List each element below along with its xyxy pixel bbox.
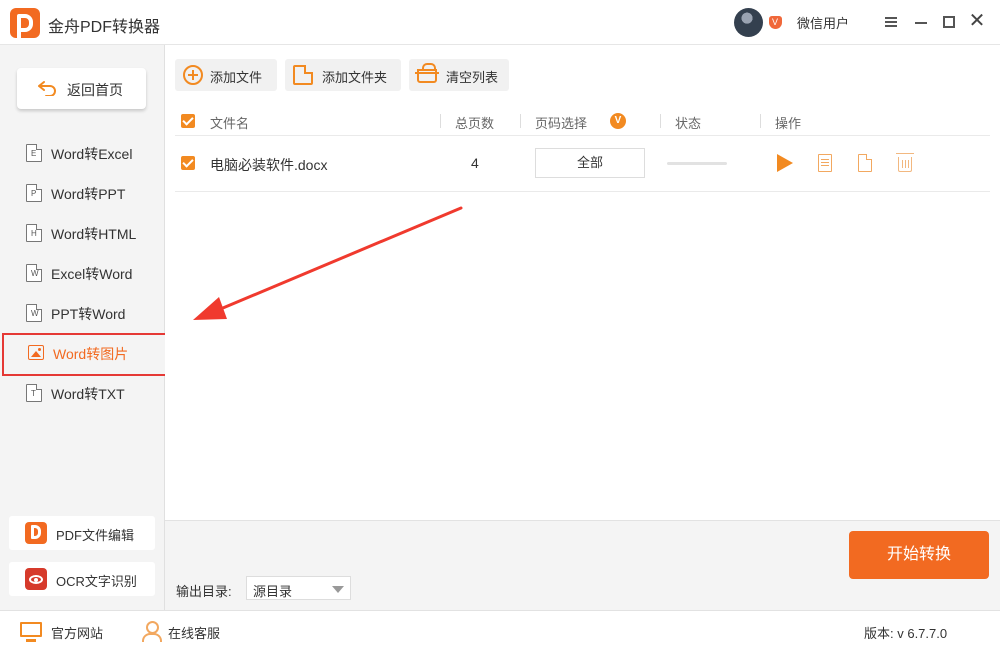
sidebar-item-label: Word转HTML [51,226,137,242]
table-header: 文件名 总页数 页码选择 V 状态 操作 [175,108,990,136]
folder-icon [293,65,313,85]
pdf-edit-button[interactable]: PDF文件编辑 [9,516,155,550]
html-doc-icon: H [26,224,42,242]
sidebar: 返回首页 E Word转Excel P Word转PPT H Word转HTML… [0,45,167,610]
sidebar-item-label: PPT转Word [51,306,126,322]
basket-icon [415,63,439,83]
file-icon[interactable] [858,154,872,172]
header-divider [660,114,661,128]
add-folder-button[interactable]: 添加文件夹 [285,59,401,91]
title-bar: 金舟PDF转换器 V 微信用户 ✕ [0,0,1000,45]
header-divider [520,114,521,128]
app-logo-icon [10,8,40,38]
main-panel: 添加文件 添加文件夹 清空列表 文件名 总页数 页码选择 V 状态 操作 电脑必… [165,45,1000,520]
add-file-button[interactable]: 添加文件 [175,59,277,91]
table-row: 电脑必装软件.docx 4 全部 [175,136,990,192]
clear-list-button[interactable]: 清空列表 [409,59,509,91]
sidebar-item-excel-to-word[interactable]: W Excel转Word [0,253,165,293]
add-folder-label: 添加文件夹 [322,70,388,85]
caret-down-icon [332,586,344,593]
back-home-button[interactable]: 返回首页 [17,68,146,109]
output-dir-value: 源目录 [253,584,293,599]
sidebar-item-label: Excel转Word [51,266,133,282]
app-title: 金舟PDF转换器 [48,19,161,36]
header-pages: 总页数 [455,116,495,131]
username[interactable]: 微信用户 [797,13,849,32]
sidebar-item-label: Word转PPT [51,186,126,202]
trash-icon[interactable] [896,153,914,172]
excel-doc-icon: E [26,144,42,162]
maximize-icon[interactable] [937,10,961,34]
output-dir-label: 输出目录: [176,584,232,599]
header-actions: 操作 [775,116,802,131]
row-filename: 电脑必装软件.docx [210,157,328,173]
pdf-logo-icon [25,522,47,544]
image-icon [28,345,44,360]
sidebar-item-word-to-txt[interactable]: T Word转TXT [0,373,165,413]
output-dir-select[interactable]: 源目录 [246,576,351,600]
header-status: 状态 [675,116,702,131]
output-panel: 输出目录: 源目录 开始转换 [165,520,1000,610]
menu-icon[interactable] [879,10,903,34]
sidebar-item-word-to-excel[interactable]: E Word转Excel [0,133,165,173]
online-service-link[interactable]: 在线客服 [168,623,220,642]
monitor-icon [20,622,42,642]
word-doc-icon: W [26,264,42,282]
sidebar-item-word-to-ppt[interactable]: P Word转PPT [0,173,165,213]
ppt-doc-icon: P [26,184,42,202]
page-range-select[interactable]: 全部 [535,148,645,178]
document-list-icon[interactable] [818,154,832,172]
word-doc-icon: W [26,304,42,322]
sidebar-item-word-to-image[interactable]: Word转图片 [2,333,167,376]
ocr-button[interactable]: OCR文字识别 [9,562,155,596]
add-file-label: 添加文件 [210,70,263,85]
row-checkbox[interactable] [181,156,195,170]
header-page-select: 页码选择 [535,116,588,131]
txt-doc-icon: T [26,384,42,402]
close-icon[interactable]: ✕ [965,10,989,34]
vip-v-badge-icon[interactable]: V [610,113,626,129]
start-convert-button[interactable]: 开始转换 [849,531,989,579]
header-divider [760,114,761,128]
eye-icon [25,568,47,590]
sidebar-item-word-to-html[interactable]: H Word转HTML [0,213,165,253]
back-arrow-icon [38,81,56,96]
sidebar-item-label: Word转Excel [51,146,133,162]
ocr-label: OCR文字识别 [56,574,137,589]
sidebar-item-label: Word转TXT [51,386,125,402]
play-icon[interactable] [777,154,793,172]
back-home-label: 返回首页 [67,82,123,98]
header-filename: 文件名 [210,116,250,131]
row-pages: 4 [471,155,479,171]
clear-list-label: 清空列表 [446,70,499,85]
minimize-icon[interactable] [909,10,933,34]
status-bar: 官方网站 在线客服 版本: v 6.7.7.0 [0,610,1000,650]
header-divider [440,114,441,128]
plus-circle-icon [183,65,203,85]
vip-badge-icon: V [769,16,782,29]
status-progress-bar [667,162,727,165]
pdf-edit-label: PDF文件编辑 [56,528,135,543]
official-website-link[interactable]: 官方网站 [51,623,103,642]
sidebar-item-ppt-to-word[interactable]: W PPT转Word [0,293,165,333]
sidebar-item-label: Word转图片 [53,346,129,362]
version-label: 版本: v 6.7.7.0 [864,626,948,641]
customer-service-icon [142,621,162,642]
user-avatar[interactable] [734,8,763,37]
select-all-checkbox[interactable] [181,114,195,128]
